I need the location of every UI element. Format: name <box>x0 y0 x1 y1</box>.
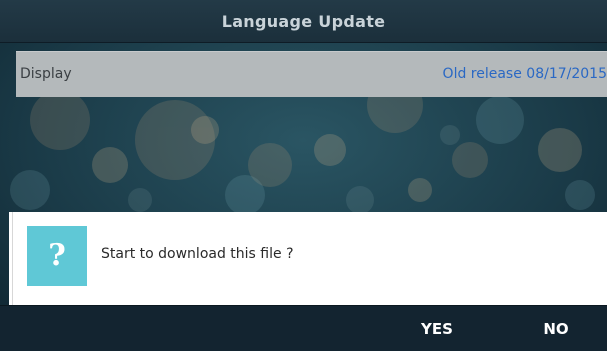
title-bar: Language Update <box>0 0 607 43</box>
display-row-value: Old release 08/17/2015 <box>442 66 607 82</box>
phone-screen: Language Update Display Old release 08/1… <box>0 0 607 351</box>
yes-button[interactable]: YES <box>405 306 469 351</box>
dialog-message: Start to download this file ? <box>101 246 294 262</box>
question-mark-icon: ? <box>27 226 87 286</box>
display-row-label: Display <box>20 66 72 82</box>
page-title: Language Update <box>221 11 386 31</box>
softkey-bar: YES NO <box>0 305 607 351</box>
display-row[interactable]: Display Old release 08/17/2015 <box>16 51 607 97</box>
no-button[interactable]: NO <box>524 306 588 351</box>
confirm-dialog: ? Start to download this file ? <box>13 212 607 305</box>
question-mark-glyph: ? <box>48 238 66 273</box>
